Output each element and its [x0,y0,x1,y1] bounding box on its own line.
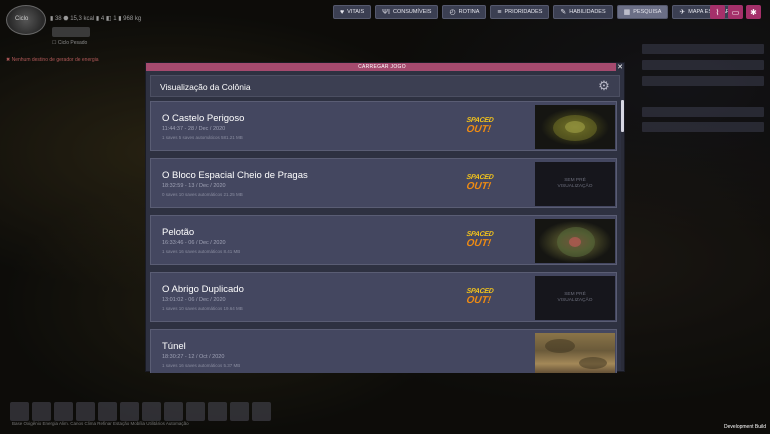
save-info: 1 saves 16 saves automáticos 8.41 MB [162,249,241,254]
no-preview-placeholder: SEM PRÉ VISUALIZAÇÃO [535,276,615,320]
spaced-out-dlc-logo: SPACED OUT! [462,231,497,251]
dlc-logo-line2: OUT! [465,238,492,249]
dialog-titlebar: CARREGAR JOGO [146,63,618,71]
spaced-out-dlc-logo: SPACED OUT! [462,174,497,194]
build-category-button[interactable] [10,402,29,421]
save-info: 1 saves 10 saves automáticos 19.64 MB [162,306,243,311]
save-date: 18:32:59 - 13 / Dec / 2020 [162,183,226,189]
heart-icon: ♥ [340,8,345,16]
build-category-button[interactable] [186,402,205,421]
priorities-button[interactable]: ≡ PRIORIDADES [490,5,550,19]
no-preview-text: SEM PRÉ VISUALIZAÇÃO [557,292,593,303]
clock-icon: ◴ [449,8,456,16]
research-label: PESQUISA [633,9,662,15]
gear-icon: ✱ [750,7,757,17]
reports-button[interactable]: ⌇ [710,5,725,19]
dlc-logo-line2: OUT! [465,124,492,135]
side-panel-food[interactable] [642,107,764,117]
save-info: 1 saves 5 saves automáticos 581.21 MB [162,135,243,140]
codex-button[interactable]: ▭ [728,5,743,19]
save-date: 18:30:27 - 12 / Oct / 2020 [162,354,225,360]
close-button[interactable]: ✕ [616,63,624,71]
side-panel-item[interactable] [642,60,764,70]
build-category-button[interactable] [76,402,95,421]
chart-trend-icon: ⌇ [715,7,720,17]
dialog-heading: Visualização da Colônia [160,82,251,92]
rocket-icon: ✈ [679,8,686,16]
research-icon: ▦ [623,8,631,16]
resource-stats: ▮ 38 ⬣ 15,3 kcal ▮ 4 ◧ 1 ▮ 968 kg [50,16,142,22]
build-category-button[interactable] [120,402,139,421]
build-category-button[interactable] [252,402,271,421]
consumables-button[interactable]: ΨΙ CONSUMÍVEIS [375,5,439,19]
management-toolbar: ♥ VITAIS ΨΙ CONSUMÍVEIS ◴ ROTINA ≡ PRIORIDAD… [333,5,737,19]
save-info: 0 saves 10 saves automáticos 21.25 MB [162,192,243,197]
side-panel-general[interactable] [642,44,764,54]
build-category-button[interactable] [230,402,249,421]
save-name: O Castelo Perigoso [162,113,245,124]
load-game-dialog: CARREGAR JOGO ✕ Visualização da Colônia … [145,62,625,373]
build-category-button[interactable] [98,402,117,421]
build-menu [10,402,271,421]
build-category-button[interactable] [208,402,227,421]
save-date: 16:33:46 - 06 / Dec / 2020 [162,240,226,246]
save-date: 13:01:02 - 06 / Dec / 2020 [162,297,226,303]
skills-label: HABILIDADES [569,9,606,15]
save-info: 1 saves 16 saves automáticos 5.37 MB [162,363,241,368]
colony-preview-image [535,105,615,149]
cutlery-icon: ΨΙ [382,8,390,16]
schedule-button[interactable]: ◴ ROTINA [442,5,487,19]
colony-preview-image [535,333,615,373]
save-name: Pelotão [162,227,195,238]
save-list-scrollbar-track[interactable] [621,100,624,370]
research-button[interactable]: ▦ PESQUISA [616,5,669,19]
no-preview-placeholder: SEM PRÉ VISUALIZAÇÃO [535,162,615,206]
dialog-title: CARREGAR JOGO [358,64,406,70]
dlc-logo-line2: OUT! [465,181,492,192]
build-category-button[interactable] [54,402,73,421]
priority-icon: ≡ [497,8,502,16]
dlc-logo-line2: OUT! [465,295,492,306]
build-category-button[interactable] [32,402,51,421]
save-list: O Castelo Perigoso 11:44:37 - 28 / Dec /… [150,101,622,373]
colony-hud: Ciclo ▮ 38 ⬣ 15,3 kcal ▮ 4 ◧ 1 ▮ 968 kg … [6,5,166,65]
save-name: Túnel [162,341,186,352]
save-list-scrollbar-thumb[interactable] [621,100,624,132]
vitals-label: VITAIS [347,9,365,15]
side-panel-item[interactable] [642,122,764,132]
cycle-sub-label: ☐ Ciclo Pesado [52,40,88,46]
build-category-button[interactable] [142,402,161,421]
cycle-label: Ciclo [15,16,29,22]
wrench-icon: ✎ [560,8,567,16]
close-icon: ✕ [617,63,623,71]
save-entry[interactable]: O Abrigo Duplicado 13:01:02 - 06 / Dec /… [150,272,617,322]
side-panel-diagnostics[interactable] [642,76,764,86]
build-category-button[interactable] [164,402,183,421]
save-entry[interactable]: Pelotão 16:33:46 - 06 / Dec / 2020 1 sav… [150,215,617,265]
save-entry[interactable]: O Castelo Perigoso 11:44:37 - 28 / Dec /… [150,101,617,151]
speed-controls[interactable] [52,27,90,37]
spaced-out-dlc-logo: SPACED OUT! [462,117,497,137]
options-button[interactable]: ✱ [746,5,761,19]
alert-notification[interactable]: ✖ Nenhum destino de gerador de energia [6,57,99,63]
settings-gear-icon[interactable]: ⚙ [597,79,611,93]
save-entry[interactable]: Túnel 18:30:27 - 12 / Oct / 2020 1 saves… [150,329,617,373]
save-entry[interactable]: O Bloco Espacial Cheio de Pragas 18:32:5… [150,158,617,208]
schedule-label: ROTINA [458,9,480,15]
save-date: 11:44:37 - 28 / Dec / 2020 [162,126,226,132]
no-preview-text: SEM PRÉ VISUALIZAÇÃO [557,178,593,189]
colony-preview-image [535,219,615,263]
skills-button[interactable]: ✎ HABILIDADES [553,5,613,19]
book-icon: ▭ [731,7,740,17]
priorities-label: PRIORIDADES [504,9,543,15]
spaced-out-dlc-logo: SPACED OUT! [462,288,497,308]
colony-view-header: Visualização da Colônia ⚙ [150,75,620,97]
save-name: O Bloco Espacial Cheio de Pragas [162,170,308,181]
vitals-button[interactable]: ♥ VITAIS [333,5,372,19]
consumables-label: CONSUMÍVEIS [392,9,432,15]
save-name: O Abrigo Duplicado [162,284,244,295]
development-build-label: Development Build [724,424,766,430]
build-category-labels: Base Oxigênio Energia Alim. Canos Clima … [12,421,189,426]
